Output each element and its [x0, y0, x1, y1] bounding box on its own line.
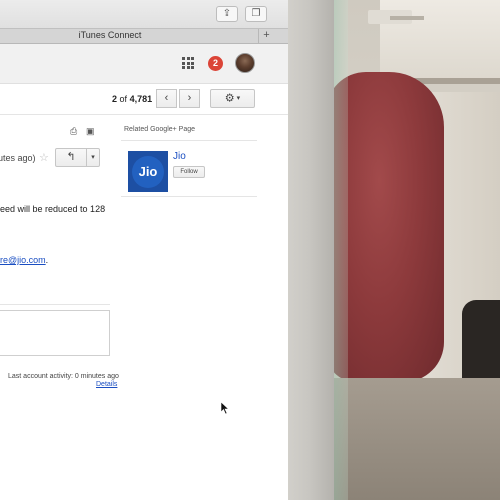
- follow-button[interactable]: Follow: [173, 166, 205, 178]
- toolbar-divider: [0, 114, 288, 115]
- star-icon[interactable]: ☆: [39, 151, 49, 164]
- reply-box[interactable]: [0, 310, 110, 356]
- tabs-overview-icon: ❐: [251, 8, 261, 19]
- related-page-name[interactable]: Jio: [173, 151, 186, 162]
- jio-logo-mark: Jio: [132, 155, 164, 188]
- mouse-cursor-icon: [221, 402, 229, 414]
- tab-itunes-connect[interactable]: iTunes Connect: [0, 30, 220, 40]
- laptop-screen: ⇪ ❐ iTunes Connect + 2 2 of 4,781 ‹ › ⚙ ▾: [0, 0, 288, 500]
- new-window-icon[interactable]: ▣: [86, 126, 95, 137]
- more-actions-button[interactable]: ▾: [86, 148, 100, 167]
- print-icon[interactable]: ⎙: [70, 126, 77, 137]
- browser-title-bar: ⇪ ❐: [0, 0, 288, 28]
- new-tab-button[interactable]: +: [258, 29, 274, 43]
- share-button[interactable]: ⇪: [216, 6, 238, 22]
- gear-icon: ⚙: [224, 92, 235, 105]
- related-page-heading: Related Google+ Page: [124, 126, 196, 133]
- browser-tab-bar: iTunes Connect +: [0, 28, 288, 44]
- gmail-header: 2: [0, 44, 288, 84]
- share-icon: ⇪: [222, 8, 232, 19]
- last-activity-text: Last account activity: 0 minutes ago: [8, 373, 119, 380]
- settings-button[interactable]: ⚙ ▾: [210, 89, 255, 108]
- avatar[interactable]: [235, 53, 255, 73]
- chevron-down-icon: ▾: [236, 95, 241, 102]
- reply-button[interactable]: ↰: [55, 148, 87, 167]
- reply-icon: ↰: [66, 151, 76, 163]
- jio-logo[interactable]: Jio: [128, 151, 168, 192]
- message-timestamp: utes ago): [0, 153, 36, 163]
- tabs-overview-button[interactable]: ❐: [245, 6, 267, 22]
- background-dark-chair: [462, 300, 500, 390]
- email-link[interactable]: re@jio.com.: [0, 255, 48, 265]
- related-divider-bottom: [121, 196, 257, 197]
- notification-badge[interactable]: 2: [208, 56, 223, 71]
- message-toolbar: 2 of 4,781 ‹ › ⚙ ▾: [0, 84, 288, 114]
- apps-grid-icon[interactable]: [182, 57, 194, 69]
- chevron-down-icon: ▾: [91, 154, 95, 161]
- related-divider: [121, 140, 257, 141]
- newer-button[interactable]: ‹: [156, 89, 177, 108]
- background-wall-fixture: [368, 10, 424, 24]
- reply-divider: [0, 304, 110, 305]
- pager-count: 2 of 4,781: [112, 94, 153, 104]
- chevron-right-icon: ›: [187, 92, 192, 104]
- older-button[interactable]: ›: [179, 89, 200, 108]
- details-link[interactable]: Details: [96, 381, 117, 388]
- chevron-left-icon: ‹: [164, 92, 169, 104]
- message-body-line: eed will be reduced to 128: [0, 204, 106, 214]
- background-desk: [330, 378, 500, 500]
